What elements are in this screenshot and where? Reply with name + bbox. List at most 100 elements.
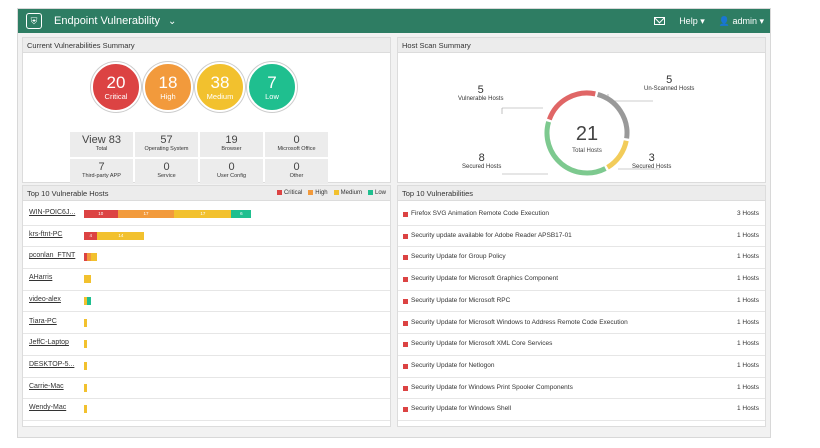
stat-tile[interactable]: 0 Service: [135, 159, 198, 184]
host-link[interactable]: JeffC-Laptop: [29, 339, 69, 346]
host-link[interactable]: WIN-POIC6J...: [29, 209, 75, 216]
bar-segment-medium[interactable]: 14: [97, 231, 145, 240]
critical-marker-icon: [403, 298, 408, 304]
bar-segment-low[interactable]: [87, 296, 91, 305]
host-row: JeffC-Laptop: [23, 334, 390, 356]
bar-segment-critical[interactable]: 10: [84, 210, 118, 218]
vulnerability-name: Security Update for Microsoft Graphics C…: [411, 275, 559, 283]
vulnerability-row[interactable]: Security Update for Microsoft RPC 1 Hosts: [398, 291, 765, 313]
legend-item[interactable]: High: [308, 190, 328, 197]
legend-label: Medium: [340, 190, 362, 197]
vulnerability-row[interactable]: Security Update for Netlogon 1 Hosts: [398, 356, 765, 378]
affected-hosts-count: 1 Hosts: [736, 253, 759, 261]
severity-legend: Critical High Medium Low: [276, 190, 386, 197]
vulnerability-row[interactable]: Firefox SVG Animation Remote Code Execut…: [398, 204, 765, 226]
severity-bubble-high[interactable]: 18 High: [143, 62, 193, 112]
stat-tile[interactable]: 7 Third-party APP: [70, 159, 133, 184]
stat-label: Browser: [221, 146, 242, 152]
critical-marker-icon: [403, 212, 408, 217]
vulnerability-row[interactable]: Security Update for Microsoft Graphics C…: [398, 269, 765, 291]
critical-marker-icon: [403, 363, 408, 369]
bar-segment-low[interactable]: 6: [231, 210, 252, 218]
vulnerability-name: Security Update for Microsoft RPC: [411, 296, 511, 304]
affected-hosts-count: 1 Hosts: [736, 318, 759, 326]
host-row: video-alex: [23, 291, 390, 313]
bar-segment-medium[interactable]: [84, 318, 87, 327]
vulnerability-row[interactable]: Security Update for Windows Print Spoole…: [398, 378, 765, 400]
bar-segment-medium[interactable]: [84, 361, 87, 370]
severity-label: Low: [265, 92, 279, 101]
stat-label: Total: [95, 146, 108, 152]
host-row: DESKTOP-5...: [23, 356, 390, 378]
vulnerability-name: Security Update for Windows Shell: [411, 405, 512, 413]
vulnerable-hosts-value: 5: [477, 84, 484, 96]
vulnerability-name: Security Update for Microsoft XML Core S…: [411, 340, 553, 348]
severity-bubble-medium[interactable]: 38 Medium: [195, 62, 245, 112]
bar-segment-medium[interactable]: [84, 275, 91, 284]
chevron-down-icon[interactable]: ⌄: [168, 16, 176, 27]
vulnerability-row[interactable]: Security Update for Windows Shell 1 Hosts: [398, 399, 765, 421]
host-link[interactable]: Carrie-Mac: [29, 383, 64, 390]
stat-tile[interactable]: View 83 Total: [70, 132, 133, 157]
host-row: pconlan_FTNT: [23, 247, 390, 270]
donut-segment[interactable]: [606, 140, 629, 170]
stat-tile[interactable]: 57 Operating System: [135, 132, 198, 157]
app-title: Endpoint Vulnerability: [54, 15, 160, 27]
unscanned-hosts-label: Un-Scanned Hosts: [644, 86, 695, 92]
host-link[interactable]: pconlan_FTNT: [29, 252, 75, 259]
donut-segment[interactable]: [546, 90, 596, 121]
host-link[interactable]: Tiara-PC: [29, 318, 57, 325]
stat-tile[interactable]: 0 Microsoft Office: [265, 132, 328, 157]
total-hosts-value: 21: [576, 123, 598, 145]
bar-segment-high[interactable]: 17: [117, 210, 175, 218]
host-link[interactable]: krs-ftnt-PC: [29, 231, 62, 238]
stat-tile[interactable]: 19 Browser: [200, 132, 263, 157]
vulnerable-hosts-label: Vulnerable Hosts: [458, 96, 504, 102]
legend-item[interactable]: Medium: [333, 190, 362, 197]
host-row: AHarris: [23, 269, 390, 291]
vulnerability-row[interactable]: Security Update for Microsoft XML Core S…: [398, 334, 765, 356]
affected-hosts-count: 1 Hosts: [736, 405, 759, 413]
host-link[interactable]: DESKTOP-5...: [29, 361, 74, 368]
host-link[interactable]: Wendy-Mac: [29, 404, 66, 411]
critical-marker-icon: [403, 255, 408, 261]
host-link[interactable]: video-alex: [29, 296, 61, 303]
secured-hosts-left-value: 8: [478, 152, 485, 164]
host-link[interactable]: AHarris: [29, 274, 52, 281]
critical-marker-icon: [403, 385, 408, 391]
secured-hosts-right-stat: 3 Secured Hosts: [632, 152, 671, 170]
severity-count: 38: [210, 73, 230, 92]
panel-title: Current Vulnerabilities Summary: [23, 38, 390, 53]
stat-tile[interactable]: 0 User Config: [200, 159, 263, 184]
bar-segment-medium[interactable]: [90, 253, 98, 262]
help-label: Help: [679, 15, 698, 26]
legend-label: High: [315, 190, 328, 197]
vulnerability-row[interactable]: Security Update for Group Policy 1 Hosts: [398, 247, 765, 270]
bar-segment-medium[interactable]: 17: [174, 210, 232, 218]
user-menu[interactable]: 👤 admin ▾: [719, 16, 764, 27]
critical-marker-icon: [403, 320, 408, 326]
mail-icon[interactable]: [654, 17, 666, 25]
secured-hosts-left-label: Secured Hosts: [462, 164, 502, 170]
bar-segment-medium[interactable]: [84, 405, 87, 414]
host-scan-summary-panel: Host Scan Summary 21 Total Hosts 5 Vulne…: [397, 37, 766, 183]
help-menu[interactable]: Help ▾: [679, 16, 705, 27]
stat-label: Third-party APP: [82, 173, 121, 179]
bar-segment-medium[interactable]: [84, 383, 87, 392]
affected-hosts-count: 1 Hosts: [736, 361, 759, 369]
vulnerability-row[interactable]: Security Update for Microsoft Windows to…: [398, 313, 765, 335]
stat-tile[interactable]: 0 Other: [265, 159, 328, 184]
legend-label: Low: [374, 190, 386, 197]
user-label: admin: [732, 15, 757, 26]
bar-segment-critical[interactable]: 4: [84, 231, 98, 240]
stat-label: User Config: [216, 173, 247, 179]
stat-label: Operating System: [144, 146, 189, 152]
severity-bubble-critical[interactable]: 20 Critical: [91, 62, 141, 112]
bar-segment-medium[interactable]: [84, 340, 87, 349]
app-window: ⛨ Endpoint Vulnerability ⌄ Help ▾ 👤 admi…: [17, 8, 771, 438]
legend-item[interactable]: Critical: [276, 190, 302, 196]
severity-bubble-low[interactable]: 7 Low: [247, 62, 297, 112]
panel-title: Host Scan Summary: [398, 38, 765, 53]
vulnerability-row[interactable]: Security update available for Adobe Read…: [398, 226, 765, 248]
legend-item[interactable]: Low: [367, 190, 386, 197]
